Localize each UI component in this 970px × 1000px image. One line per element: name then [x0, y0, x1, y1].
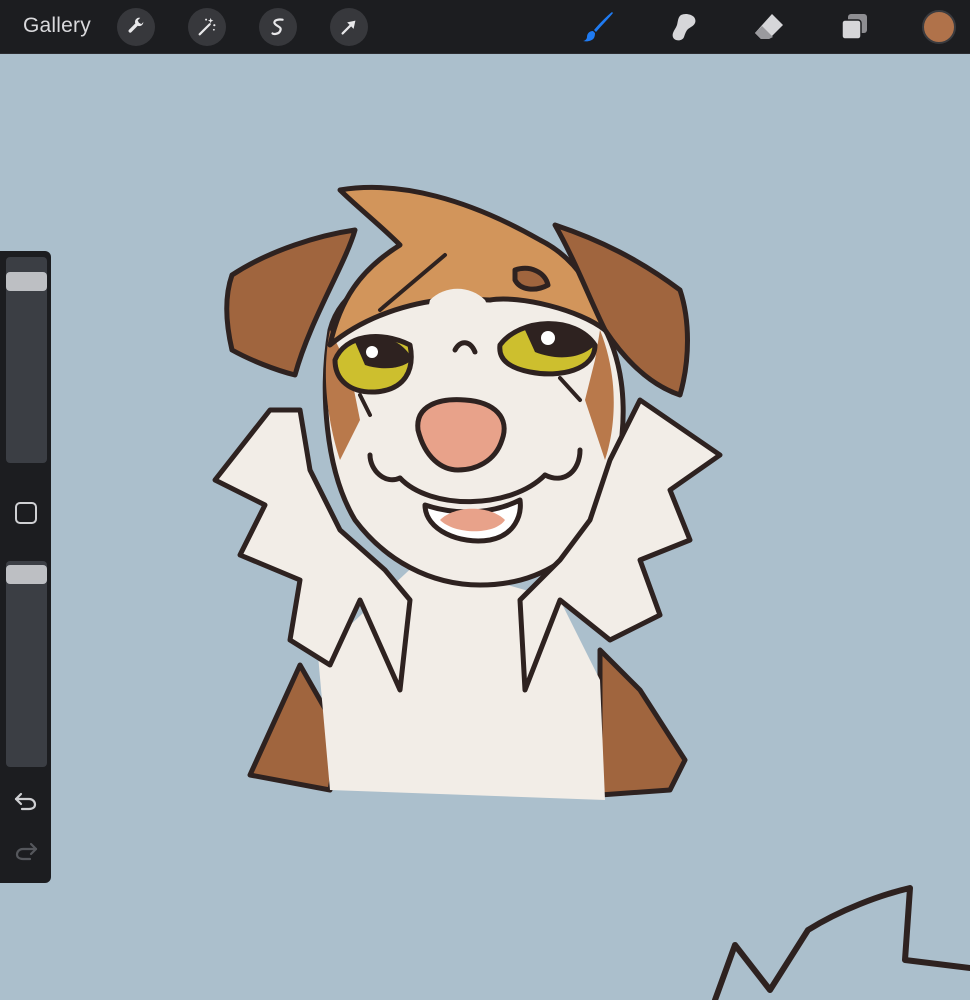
- top-toolbar: Gallery: [0, 0, 970, 54]
- stray-brush-stroke: [712, 885, 970, 1000]
- brush-tool-button[interactable]: [580, 9, 616, 45]
- color-picker-button[interactable]: [922, 10, 956, 44]
- selection-s-icon: [271, 18, 284, 36]
- eraser-icon: [755, 14, 783, 39]
- smudge-tool-button[interactable]: [665, 9, 701, 45]
- layers-button[interactable]: [836, 9, 872, 45]
- magic-wand-icon: [198, 17, 216, 36]
- drawing-canvas[interactable]: [0, 54, 970, 1000]
- transform-button[interactable]: [330, 8, 368, 46]
- selection-button[interactable]: [259, 8, 297, 46]
- gallery-button[interactable]: Gallery: [23, 14, 91, 38]
- adjustments-button[interactable]: [188, 8, 226, 46]
- arrow-icon: [341, 20, 356, 35]
- actions-button[interactable]: [117, 8, 155, 46]
- smudge-icon: [672, 13, 696, 41]
- dog-illustration: [212, 185, 723, 800]
- wrench-icon: [128, 17, 144, 33]
- eraser-tool-button[interactable]: [751, 9, 787, 45]
- brush-icon: [583, 12, 613, 42]
- layers-icon: [841, 14, 867, 40]
